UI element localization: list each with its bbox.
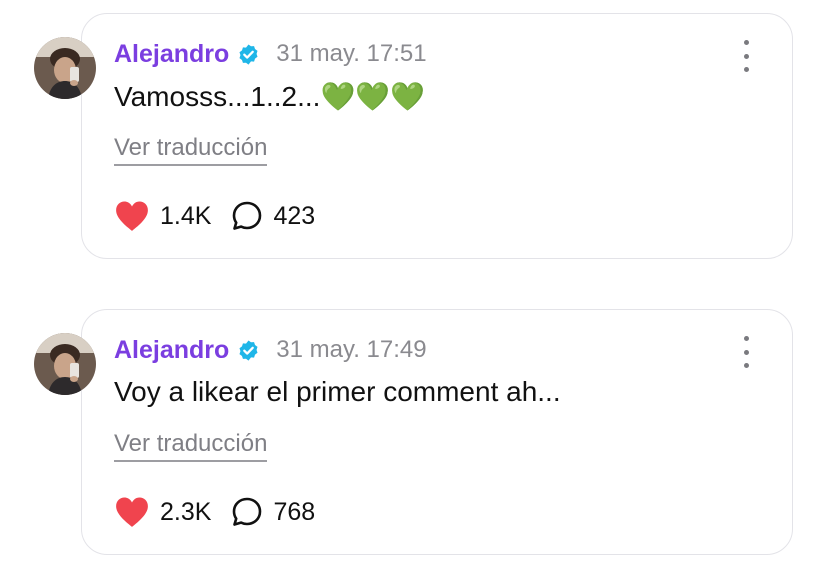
heart-icon	[114, 200, 150, 232]
post-timestamp: 31 may. 17:49	[276, 336, 427, 363]
more-options-icon	[743, 40, 749, 45]
comment-count: 423	[273, 201, 316, 230]
post-text: Vamosss...1..2...💚💚💚	[114, 81, 426, 112]
like-count: 2.3K	[160, 497, 212, 526]
post-text: Voy a likear el primer comment ah...	[114, 376, 561, 407]
post-card[interactable]: Alejandro 31 may. 17:51 Vamosss...1..2..…	[81, 13, 793, 259]
like-count: 1.4K	[160, 201, 212, 230]
comment-bubble-icon	[231, 496, 263, 528]
see-translation-link[interactable]: Ver traducción	[114, 134, 268, 166]
avatar[interactable]	[34, 333, 96, 395]
like-button[interactable]: 1.4K	[114, 200, 211, 232]
comment-count: 768	[273, 497, 316, 526]
verified-badge-icon	[237, 339, 260, 362]
post-card[interactable]: Alejandro 31 may. 17:49 Voy a likear el …	[81, 309, 793, 555]
comment-button[interactable]: 423	[231, 200, 315, 232]
more-options-icon	[743, 336, 749, 341]
see-translation-link[interactable]: Ver traducción	[114, 430, 268, 462]
more-options-button[interactable]	[736, 336, 756, 368]
avatar[interactable]	[34, 37, 96, 99]
post-actions: 1.4K 423	[114, 198, 315, 234]
comment-bubble-icon	[231, 200, 263, 232]
post-header: Alejandro 31 may. 17:49	[114, 334, 427, 366]
post-timestamp: 31 may. 17:51	[276, 40, 427, 67]
like-button[interactable]: 2.3K	[114, 496, 211, 528]
author-name[interactable]: Alejandro	[114, 336, 229, 365]
heart-icon	[114, 496, 150, 528]
verified-badge-icon	[237, 43, 260, 66]
author-name[interactable]: Alejandro	[114, 40, 229, 69]
more-options-button[interactable]	[736, 40, 756, 72]
comment-button[interactable]: 768	[231, 496, 315, 528]
post-header: Alejandro 31 may. 17:51	[114, 38, 427, 70]
post-actions: 2.3K 768	[114, 494, 315, 530]
